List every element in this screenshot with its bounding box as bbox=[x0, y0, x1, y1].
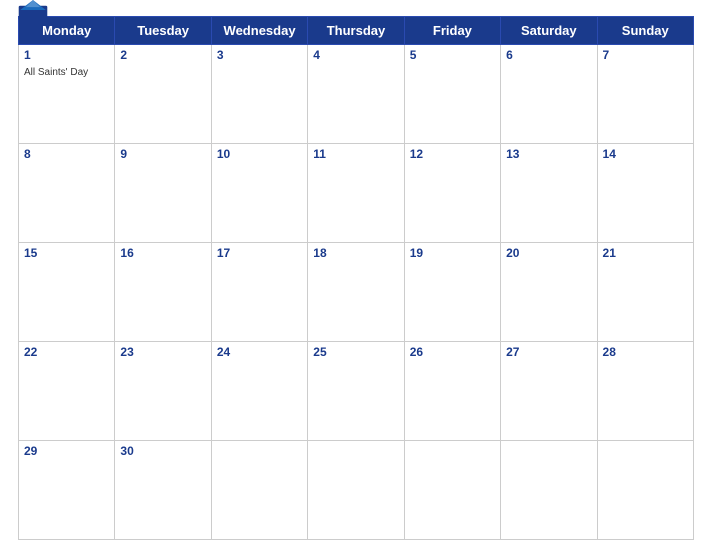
weekday-header-sunday: Sunday bbox=[597, 17, 693, 45]
calendar-week-4: 22 23 24 25 26 27 28 bbox=[19, 342, 694, 441]
holiday-label: All Saints' Day bbox=[24, 67, 88, 78]
calendar-cell: 9 bbox=[115, 144, 211, 243]
calendar-cell: 27 bbox=[501, 342, 597, 441]
day-number: 7 bbox=[603, 48, 688, 62]
calendar-cell: 15 bbox=[19, 243, 115, 342]
day-number: 3 bbox=[217, 48, 302, 62]
day-number: 25 bbox=[313, 345, 398, 359]
day-number: 20 bbox=[506, 246, 591, 260]
day-number: 14 bbox=[603, 147, 688, 161]
calendar-week-1: 1 All Saints' Day 234567 bbox=[19, 45, 694, 144]
day-number: 30 bbox=[120, 444, 205, 458]
calendar-cell: 1 All Saints' Day bbox=[19, 45, 115, 144]
calendar-cell: 18 bbox=[308, 243, 404, 342]
weekday-header-saturday: Saturday bbox=[501, 17, 597, 45]
calendar-header-row: MondayTuesdayWednesdayThursdayFridaySatu… bbox=[19, 17, 694, 45]
calendar-cell: 14 bbox=[597, 144, 693, 243]
day-number: 12 bbox=[410, 147, 495, 161]
day-number: 28 bbox=[603, 345, 688, 359]
calendar-cell: 3 bbox=[211, 45, 307, 144]
calendar-cell: 6 bbox=[501, 45, 597, 144]
day-number: 15 bbox=[24, 246, 109, 260]
weekday-header-thursday: Thursday bbox=[308, 17, 404, 45]
day-number: 10 bbox=[217, 147, 302, 161]
day-number: 26 bbox=[410, 345, 495, 359]
day-number: 11 bbox=[313, 147, 398, 161]
logo-icon bbox=[18, 0, 48, 20]
weekday-header-wednesday: Wednesday bbox=[211, 17, 307, 45]
calendar-cell: 24 bbox=[211, 342, 307, 441]
day-number: 16 bbox=[120, 246, 205, 260]
calendar-cell bbox=[597, 441, 693, 540]
day-number: 21 bbox=[603, 246, 688, 260]
calendar-cell: 23 bbox=[115, 342, 211, 441]
calendar-cell: 11 bbox=[308, 144, 404, 243]
calendar-cell: 5 bbox=[404, 45, 500, 144]
calendar-cell: 16 bbox=[115, 243, 211, 342]
weekday-header-friday: Friday bbox=[404, 17, 500, 45]
calendar-body: 1All Saints' Day234567891011121314151617… bbox=[19, 45, 694, 540]
calendar-cell: 29 bbox=[19, 441, 115, 540]
day-number: 22 bbox=[24, 345, 109, 359]
calendar-cell: 2 bbox=[115, 45, 211, 144]
day-number: 23 bbox=[120, 345, 205, 359]
day-number: 4 bbox=[313, 48, 398, 62]
calendar-week-2: 89 10 11 12 13 14 bbox=[19, 144, 694, 243]
calendar-cell: 7 bbox=[597, 45, 693, 144]
calendar-cell: 25 bbox=[308, 342, 404, 441]
day-number: 18 bbox=[313, 246, 398, 260]
calendar-week-5: 29 30 bbox=[19, 441, 694, 540]
calendar-cell bbox=[501, 441, 597, 540]
calendar-cell: 28 bbox=[597, 342, 693, 441]
day-number: 13 bbox=[506, 147, 591, 161]
day-number: 27 bbox=[506, 345, 591, 359]
calendar-cell bbox=[211, 441, 307, 540]
weekday-header-tuesday: Tuesday bbox=[115, 17, 211, 45]
day-number: 24 bbox=[217, 345, 302, 359]
day-number: 8 bbox=[24, 147, 109, 161]
day-number: 2 bbox=[120, 48, 205, 62]
day-number: 17 bbox=[217, 246, 302, 260]
day-number: 9 bbox=[120, 147, 205, 161]
day-number: 29 bbox=[24, 444, 109, 458]
calendar-cell: 17 bbox=[211, 243, 307, 342]
calendar-cell: 12 bbox=[404, 144, 500, 243]
day-number: 1 bbox=[24, 48, 109, 62]
day-number: 19 bbox=[410, 246, 495, 260]
day-number: 5 bbox=[410, 48, 495, 62]
logo bbox=[18, 0, 48, 20]
calendar-cell: 21 bbox=[597, 243, 693, 342]
calendar-week-3: 15 16 17 18 19 20 21 bbox=[19, 243, 694, 342]
calendar-cell: 20 bbox=[501, 243, 597, 342]
calendar-cell bbox=[308, 441, 404, 540]
calendar-cell: 30 bbox=[115, 441, 211, 540]
calendar-cell bbox=[404, 441, 500, 540]
weekday-header-monday: Monday bbox=[19, 17, 115, 45]
calendar-cell: 4 bbox=[308, 45, 404, 144]
calendar-table: MondayTuesdayWednesdayThursdayFridaySatu… bbox=[18, 16, 694, 540]
calendar-cell: 19 bbox=[404, 243, 500, 342]
calendar-cell: 8 bbox=[19, 144, 115, 243]
calendar-cell: 26 bbox=[404, 342, 500, 441]
day-number: 6 bbox=[506, 48, 591, 62]
calendar-cell: 13 bbox=[501, 144, 597, 243]
calendar-cell: 22 bbox=[19, 342, 115, 441]
calendar-cell: 10 bbox=[211, 144, 307, 243]
